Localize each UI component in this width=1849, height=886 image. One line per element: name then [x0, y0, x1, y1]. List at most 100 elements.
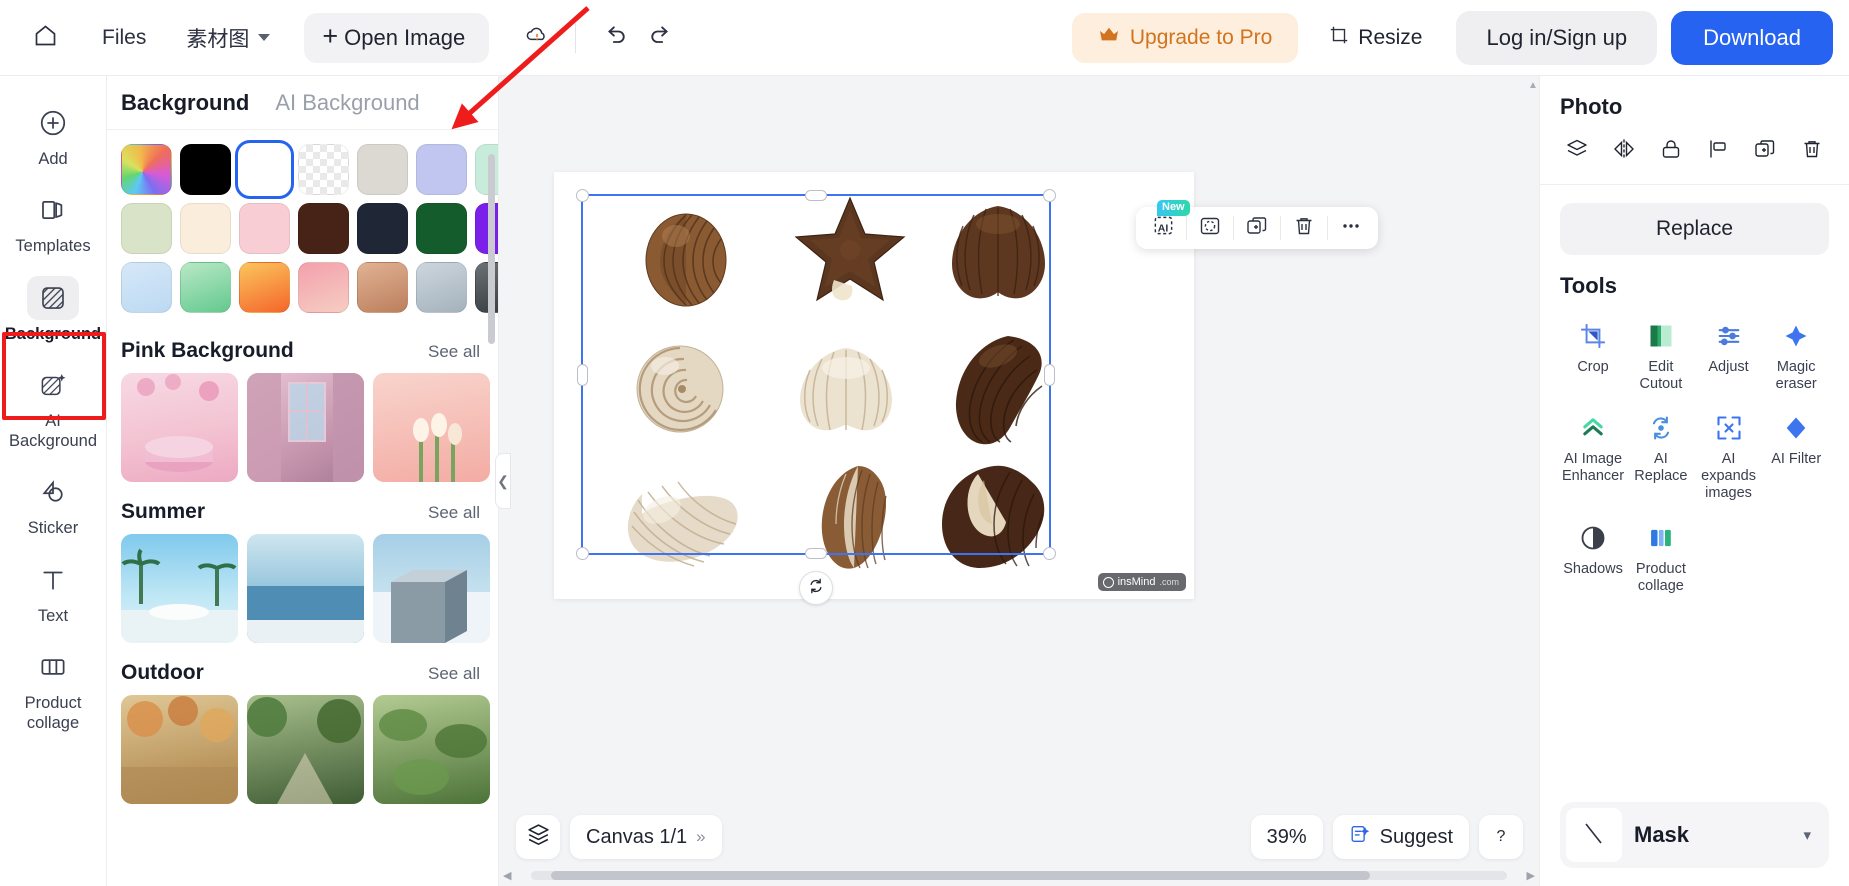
tool-ai-filter[interactable]: AI Filter [1763, 403, 1829, 508]
suggest-button[interactable]: Suggest [1332, 815, 1469, 859]
layers-button[interactable] [1560, 134, 1594, 168]
sidebar-item-ai-background[interactable]: AI Background [5, 354, 101, 457]
rotate-handle[interactable] [799, 571, 833, 605]
scroll-left-arrow[interactable]: ◀ [499, 869, 515, 882]
sidebar-item-product-collage[interactable]: Product collage [5, 636, 101, 739]
undo-button[interactable] [592, 15, 638, 61]
delete-button[interactable] [1795, 134, 1829, 168]
see-all-link[interactable]: See all [428, 664, 480, 684]
resize-handle-top-left[interactable] [576, 189, 589, 202]
sidebar-item-add[interactable]: Add [5, 92, 101, 175]
swatch-forest-green[interactable] [416, 203, 467, 254]
tool-ai-expands-images[interactable]: AI expands images [1696, 403, 1762, 508]
tool-product-collage[interactable]: Product collage [1628, 513, 1694, 601]
tool-ai-replace[interactable]: AI Replace [1628, 403, 1694, 508]
tool-crop[interactable]: Crop [1560, 311, 1626, 399]
upgrade-to-pro-button[interactable]: Upgrade to Pro [1071, 12, 1299, 63]
flip-button[interactable] [1607, 134, 1641, 168]
tool-ai-image-enhancer[interactable]: AI Image Enhancer [1560, 403, 1626, 508]
thumb-pink-tulips[interactable] [373, 373, 490, 482]
resize-handle-top-right[interactable] [1043, 189, 1056, 202]
swatch-blue-gradient[interactable] [121, 262, 172, 313]
replace-button[interactable]: Replace [1560, 203, 1829, 255]
thumb-white-block-sky[interactable] [373, 534, 490, 643]
thumb-forest-path[interactable] [247, 695, 364, 804]
canvas-scroll-up-arrow[interactable]: ▲ [1528, 80, 1538, 96]
swatch-navy[interactable] [357, 203, 408, 254]
project-name-dropdown[interactable]: 素材图 [186, 23, 271, 53]
thumb-autumn-foliage[interactable] [121, 695, 238, 804]
swatch-sage[interactable] [121, 203, 172, 254]
more-options-button[interactable] [1328, 210, 1374, 246]
panel-collapse-button[interactable]: ❮ [495, 453, 511, 509]
thumb-pink-window-curtain[interactable] [247, 373, 364, 482]
tab-ai-background[interactable]: AI Background [275, 90, 419, 116]
swatch-green-gradient[interactable] [180, 262, 231, 313]
tool-edit-cutout[interactable]: Edit Cutout [1628, 311, 1694, 399]
resize-button[interactable]: Resize [1308, 11, 1442, 65]
layers-toggle-button[interactable] [516, 815, 560, 859]
scrollbar-thumb[interactable] [550, 870, 1371, 880]
help-button[interactable]: ? [1479, 815, 1523, 859]
swatch-steel-gradient[interactable] [416, 262, 467, 313]
duplicate-button[interactable] [1234, 210, 1280, 246]
zoom-level-chip[interactable]: 39% [1250, 815, 1323, 859]
resize-label: Resize [1358, 25, 1423, 49]
selection-frame[interactable] [576, 189, 1056, 605]
swatch-white[interactable] [235, 140, 294, 199]
swatch-orange-gradient[interactable] [239, 262, 290, 313]
align-button[interactable] [1701, 134, 1735, 168]
open-image-button[interactable]: + Open Image [304, 12, 490, 63]
panel-scrollbar[interactable] [488, 154, 495, 344]
tool-shadows[interactable]: Shadows [1560, 513, 1626, 601]
sidebar-item-templates[interactable]: Templates [5, 179, 101, 262]
tool-magic-eraser[interactable]: Magic eraser [1763, 311, 1829, 399]
tab-background[interactable]: Background [121, 90, 249, 116]
mask-section[interactable]: Mask ▾ [1560, 802, 1829, 868]
thumb-green-leaves[interactable] [373, 695, 490, 804]
delete-button[interactable] [1281, 210, 1327, 246]
resize-handle-bottom-center[interactable] [805, 548, 827, 559]
scrollbar-track[interactable] [531, 870, 1507, 880]
canvas-page-chip[interactable]: Canvas 1/1 » [570, 815, 722, 859]
duplicate-button[interactable] [1748, 134, 1782, 168]
resize-handle-bottom-left[interactable] [576, 547, 589, 560]
resize-handle-middle-left[interactable] [577, 363, 588, 386]
tool-adjust[interactable]: Adjust [1696, 311, 1762, 399]
ai-cutout-button[interactable]: New AI [1140, 200, 1190, 246]
canvas-area[interactable]: New AI insMind .com ▲ ◀ ▶ [499, 76, 1539, 886]
swatch-warm-grey[interactable] [357, 144, 408, 195]
thumb-pink-podium-blossom[interactable] [121, 373, 238, 482]
login-signup-button[interactable]: Log in/Sign up [1456, 10, 1658, 65]
swatch-pink[interactable] [239, 203, 290, 254]
thumb-ocean-horizon[interactable] [247, 534, 364, 643]
resize-handle-bottom-right[interactable] [1043, 547, 1056, 560]
download-button[interactable]: Download [1671, 10, 1833, 65]
resize-handle-middle-right[interactable] [1044, 363, 1055, 386]
sidebar-item-background[interactable]: Background [5, 267, 101, 350]
home-button[interactable] [22, 15, 68, 61]
swatch-cream[interactable] [180, 203, 231, 254]
see-all-link[interactable]: See all [428, 503, 480, 523]
scroll-right-arrow[interactable]: ▶ [1523, 869, 1539, 882]
swatch-rose-gradient[interactable] [298, 262, 349, 313]
swatch-color-picker[interactable] [121, 144, 172, 195]
swatch-dark-brown[interactable] [298, 203, 349, 254]
files-menu[interactable]: Files [88, 26, 160, 50]
redo-button[interactable] [638, 15, 684, 61]
swatch-periwinkle[interactable] [416, 144, 467, 195]
thumb-palm-trees-podium[interactable] [121, 534, 238, 643]
undo-icon [601, 21, 629, 54]
see-all-link[interactable]: See all [428, 342, 480, 362]
sidebar-item-sticker[interactable]: Sticker [5, 461, 101, 544]
select-subject-button[interactable] [1187, 210, 1233, 246]
resize-handle-top-center[interactable] [805, 190, 827, 201]
lock-button[interactable] [1654, 134, 1688, 168]
sidebar-item-text[interactable]: Text [5, 549, 101, 632]
chevron-down-icon[interactable]: ▾ [1803, 826, 1811, 844]
cloud-status-button[interactable] [515, 16, 559, 60]
swatch-transparent[interactable] [298, 144, 349, 195]
swatch-tan-gradient[interactable] [357, 262, 408, 313]
canvas-horizontal-scrollbar[interactable]: ◀ ▶ [499, 864, 1539, 886]
swatch-black[interactable] [180, 144, 231, 195]
